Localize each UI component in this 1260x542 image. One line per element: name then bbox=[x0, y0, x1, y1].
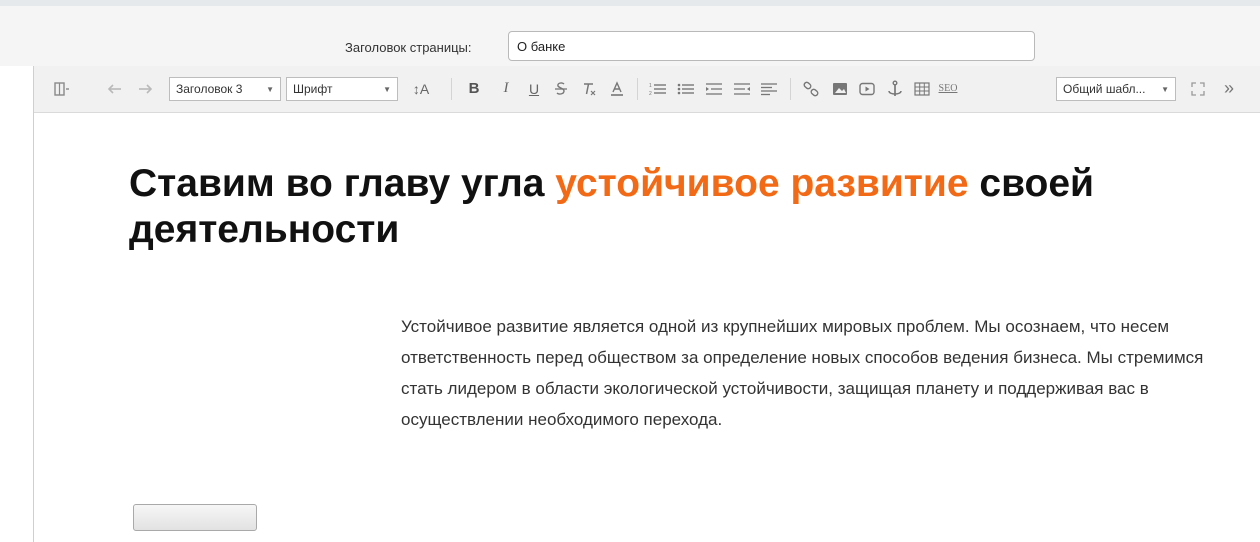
chevron-down-icon: ▼ bbox=[1161, 84, 1169, 94]
underline-button[interactable]: U bbox=[524, 76, 544, 101]
image-icon[interactable] bbox=[829, 76, 851, 101]
anchor-icon[interactable] bbox=[884, 76, 906, 101]
empty-button[interactable] bbox=[133, 504, 257, 531]
strikethrough-icon[interactable] bbox=[551, 76, 571, 101]
align-icon[interactable] bbox=[758, 76, 780, 101]
toolbar-divider bbox=[790, 78, 791, 100]
more-button[interactable]: » bbox=[1218, 76, 1240, 101]
clear-format-icon[interactable] bbox=[579, 76, 599, 101]
seo-button[interactable]: SEO bbox=[937, 76, 959, 101]
svg-text:1: 1 bbox=[649, 83, 652, 89]
font-select[interactable]: Шрифт ▼ bbox=[286, 77, 398, 101]
page-title-label: Заголовок страницы: bbox=[345, 40, 472, 55]
heading-select-value: Заголовок 3 bbox=[176, 82, 243, 96]
undo-icon[interactable] bbox=[106, 76, 124, 101]
fullscreen-icon[interactable] bbox=[1187, 76, 1209, 101]
heading-text-start: Ставим во главу угла bbox=[129, 162, 556, 205]
svg-text:2: 2 bbox=[649, 91, 652, 96]
visual-editor: Заголовок 3 ▼ Шрифт ▼ ↕A B I U 12 SEO Об… bbox=[33, 66, 1260, 542]
toolbar-divider bbox=[451, 78, 452, 100]
chevron-down-icon: ▼ bbox=[266, 84, 274, 94]
toggle-view-icon[interactable] bbox=[52, 76, 72, 101]
text-color-icon[interactable] bbox=[607, 76, 627, 101]
bold-button[interactable]: B bbox=[464, 76, 484, 101]
page-title-row: Заголовок страницы: bbox=[0, 31, 1260, 63]
bullet-list-icon[interactable] bbox=[675, 76, 697, 101]
page-title-input[interactable] bbox=[508, 31, 1035, 61]
ordered-list-icon[interactable]: 12 bbox=[647, 76, 669, 101]
video-icon[interactable] bbox=[856, 76, 878, 101]
link-icon[interactable] bbox=[800, 76, 822, 101]
chevron-down-icon: ▼ bbox=[383, 84, 391, 94]
toolbar-divider bbox=[637, 78, 638, 100]
editor-content[interactable]: Ставим во главу угла устойчивое развитие… bbox=[34, 113, 1260, 542]
content-paragraph: Устойчивое развитие является одной из кр… bbox=[401, 317, 1204, 429]
redo-icon[interactable] bbox=[136, 76, 154, 101]
italic-button[interactable]: I bbox=[496, 76, 516, 101]
page-heading: Ставим во главу угла устойчивое развитие… bbox=[129, 161, 1249, 253]
heading-highlight: устойчивое развитие bbox=[555, 162, 969, 205]
template-select[interactable]: Общий шабл... ▼ bbox=[1056, 77, 1176, 101]
editor-toolbar: Заголовок 3 ▼ Шрифт ▼ ↕A B I U 12 SEO Об… bbox=[34, 66, 1260, 113]
font-size-button[interactable]: ↕A bbox=[406, 76, 436, 101]
font-select-value: Шрифт bbox=[293, 82, 333, 96]
table-icon[interactable] bbox=[911, 76, 933, 101]
heading-select[interactable]: Заголовок 3 ▼ bbox=[169, 77, 281, 101]
outdent-icon[interactable] bbox=[731, 76, 753, 101]
page-title-bar: Заголовок страницы: bbox=[0, 0, 1260, 66]
template-select-value: Общий шабл... bbox=[1063, 82, 1146, 96]
indent-icon[interactable] bbox=[703, 76, 725, 101]
